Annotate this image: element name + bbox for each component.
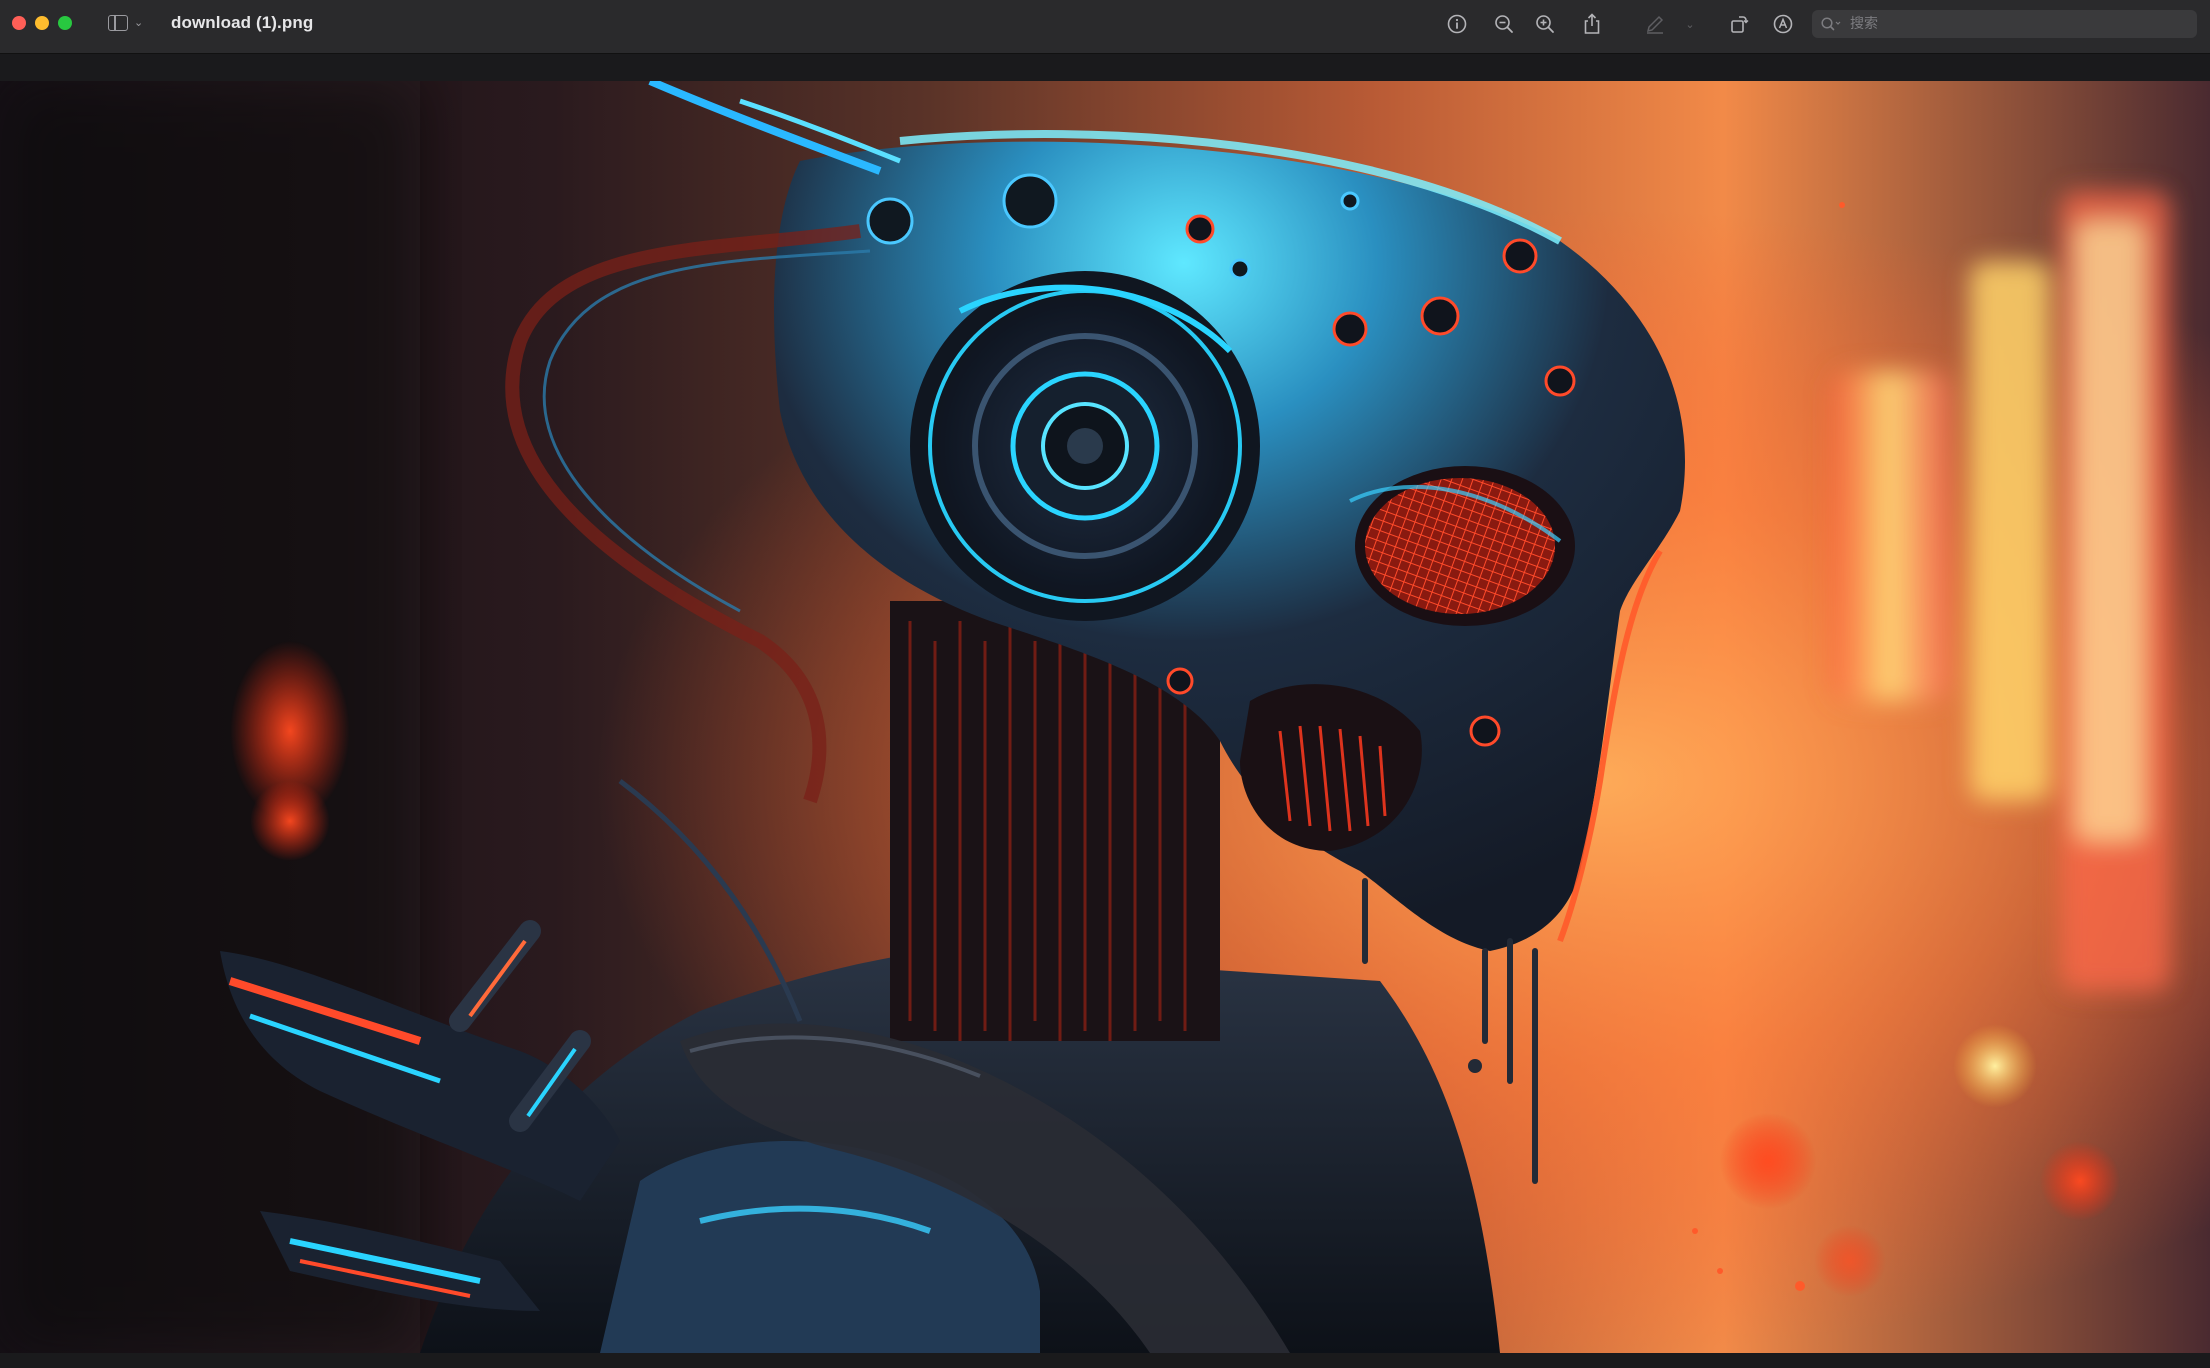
share-button[interactable]	[1579, 11, 1605, 37]
title-bar: ⌄ download (1).png ⌄ 搜索	[0, 0, 2210, 54]
window-controls	[12, 16, 72, 30]
chevron-down-icon: ⌄	[1685, 18, 1695, 31]
zoom-out-icon	[1495, 15, 1513, 33]
zoom-in-icon	[1536, 15, 1554, 33]
search-field[interactable]	[1812, 10, 2197, 38]
search-icon	[1821, 17, 1841, 31]
search-input[interactable]	[1848, 15, 2172, 33]
info-icon	[1447, 14, 1467, 34]
image-canvas[interactable]	[0, 81, 2210, 1353]
rotate-button[interactable]	[1726, 11, 1752, 37]
rotate-icon	[1731, 16, 1749, 33]
preview-window: ⌄ download (1).png ⌄ 搜索	[0, 0, 2210, 1368]
minimize-window-button[interactable]	[35, 16, 49, 30]
chevron-down-icon: ⌄	[134, 16, 144, 29]
markup-button[interactable]	[1642, 11, 1668, 37]
annotate-button[interactable]	[1770, 11, 1796, 37]
toolbar-separator	[0, 54, 2210, 81]
window-bottom-edge	[0, 1353, 2210, 1368]
sidebar-toggle-icon	[108, 15, 128, 31]
close-window-button[interactable]	[12, 16, 26, 30]
zoom-window-button[interactable]	[58, 16, 72, 30]
document-title: download (1).png	[171, 13, 314, 32]
cyberpunk-robot-image	[0, 81, 2210, 1353]
zoom-out-button[interactable]	[1491, 11, 1517, 37]
info-button[interactable]	[1444, 11, 1470, 37]
markup-menu-button[interactable]: ⌄	[1683, 11, 1697, 37]
zoom-in-button[interactable]	[1532, 11, 1558, 37]
markup-pen-icon	[1646, 15, 1664, 34]
share-icon	[1584, 13, 1600, 34]
annotate-icon	[1773, 14, 1793, 34]
sidebar-toggle-button[interactable]: ⌄	[108, 12, 143, 34]
